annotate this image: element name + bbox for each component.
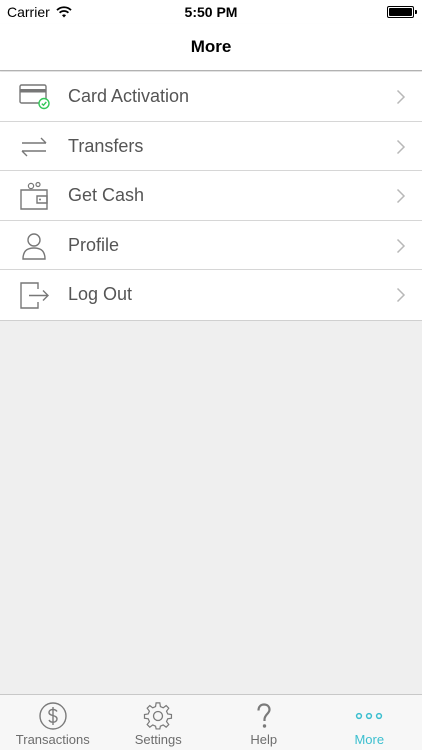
page-title: More <box>190 37 232 56</box>
menu-item-card-activation[interactable]: Card Activation <box>0 72 422 122</box>
status-time: 5:50 PM <box>184 4 238 20</box>
logout-icon <box>20 282 49 309</box>
menu-item-profile[interactable]: Profile <box>0 220 422 270</box>
navigation-bar: More <box>0 24 422 71</box>
chevron-right-icon <box>396 89 406 105</box>
battery-nub <box>415 10 417 14</box>
tab-label: Settings <box>134 732 182 747</box>
wallet-icon <box>20 181 48 210</box>
tab-label: Transactions <box>15 732 90 747</box>
tab-bar: Transactions Settings Help More <box>0 694 422 750</box>
more-screen: Carrier 5:50 PM More Card Activation Tra… <box>0 0 422 750</box>
transfer-arrows-icon <box>21 137 47 156</box>
person-icon <box>22 232 46 260</box>
battery-icon <box>387 6 417 18</box>
menu-item-get-cash[interactable]: Get Cash <box>0 171 422 221</box>
menu-item-label: Profile <box>68 234 120 255</box>
tab-help[interactable]: Help <box>211 695 317 750</box>
menu-item-label: Log Out <box>68 284 133 304</box>
tab-label: Help <box>250 732 278 747</box>
battery-fill <box>389 8 412 16</box>
tab-label: More <box>354 732 385 747</box>
menu-item-log-out[interactable]: Log Out <box>0 270 422 320</box>
tab-more[interactable]: More <box>317 695 422 750</box>
more-dots-icon <box>356 712 383 720</box>
menu-item-transfers[interactable]: Transfers <box>0 121 422 171</box>
chevron-right-icon <box>396 139 406 154</box>
menu-item-label: Transfers <box>68 135 144 156</box>
gear-icon <box>144 702 173 730</box>
question-mark-icon <box>257 703 271 728</box>
chevron-right-icon <box>396 188 406 204</box>
chevron-right-icon <box>396 287 406 303</box>
dollar-circle-icon <box>39 702 67 730</box>
chevron-right-icon <box>396 238 406 253</box>
more-menu-list: Card Activation Transfers Get Cash Profi… <box>0 72 422 321</box>
status-bar: Carrier 5:50 PM <box>0 0 422 24</box>
card-activation-icon <box>19 84 50 110</box>
menu-item-label: Get Cash <box>68 185 145 205</box>
menu-item-label: Card Activation <box>68 86 190 106</box>
tab-settings[interactable]: Settings <box>106 695 212 750</box>
tab-transactions[interactable]: Transactions <box>0 695 106 750</box>
